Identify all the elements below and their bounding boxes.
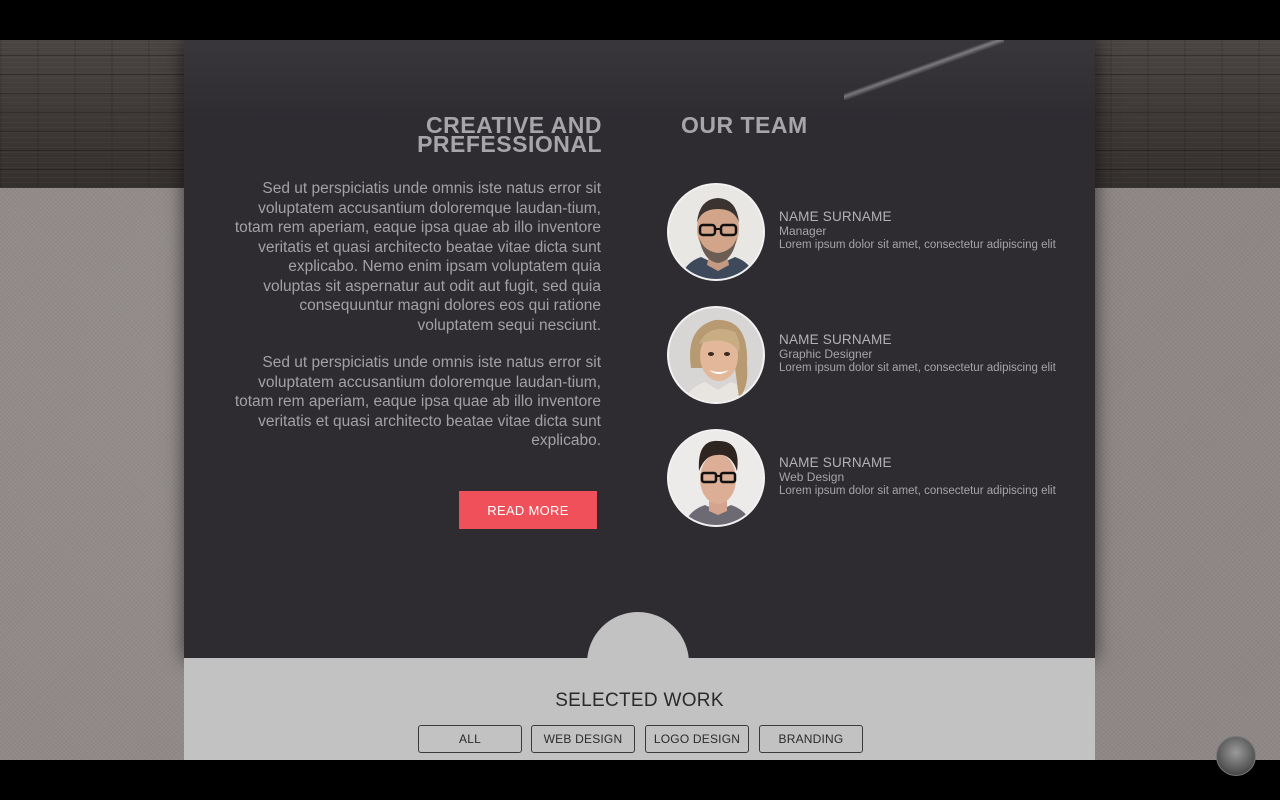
member-name: NAME SURNAME [779,455,892,470]
about-title: CREATIVE AND PREFESSIONAL [342,114,602,157]
team-member: NAME SURNAME Manager Lorem ipsum dolor s… [667,183,1056,283]
selected-work-title: SELECTED WORK [555,690,724,711]
about-paragraph-2: Sed ut perspiciatis unde omnis iste natu… [234,354,601,449]
member-role: Web Design [779,470,845,484]
read-more-button[interactable]: READ MORE [459,491,597,529]
letterbox-bottom [0,760,1280,800]
presenter-avatar [1216,736,1256,776]
content-panel: CREATIVE AND PREFESSIONAL Sed ut perspic… [184,40,1095,660]
filter-all-button[interactable]: ALL [418,725,522,753]
member-description: Lorem ipsum dolor sit amet, consectetur … [779,239,1056,251]
team-title: OUR TEAM [681,112,808,138]
avatar [667,306,765,404]
member-description: Lorem ipsum dolor sit amet, consectetur … [779,362,1056,374]
team-member: NAME SURNAME Web Design Lorem ipsum dolo… [667,429,1056,529]
team-member: NAME SURNAME Graphic Designer Lorem ipsu… [667,306,1056,406]
filter-logo-design-button[interactable]: LOGO DESIGN [645,725,749,753]
member-name: NAME SURNAME [779,332,892,347]
video-frame: CREATIVE AND PREFESSIONAL Sed ut perspic… [0,40,1280,760]
about-title-line2: PREFESSIONAL [417,131,602,157]
letterbox-top [0,0,1280,40]
filter-web-design-button[interactable]: WEB DESIGN [531,725,635,753]
avatar [667,429,765,527]
member-description: Lorem ipsum dolor sit amet, consectetur … [779,485,1056,497]
about-paragraph-1: Sed ut perspiciatis unde omnis iste natu… [234,180,601,334]
member-role: Graphic Designer [779,347,873,361]
panel-light-streak [844,40,1004,100]
filter-branding-button[interactable]: BRANDING [759,725,863,753]
selected-work-section: SELECTED WORK ALL WEB DESIGN LOGO DESIGN… [184,658,1095,760]
woman-portrait [669,308,763,402]
member-name: NAME SURNAME [779,209,892,224]
member-role: Manager [779,224,827,238]
man-with-glasses-portrait [669,185,763,279]
young-man-portrait [669,431,763,525]
avatar [667,183,765,281]
